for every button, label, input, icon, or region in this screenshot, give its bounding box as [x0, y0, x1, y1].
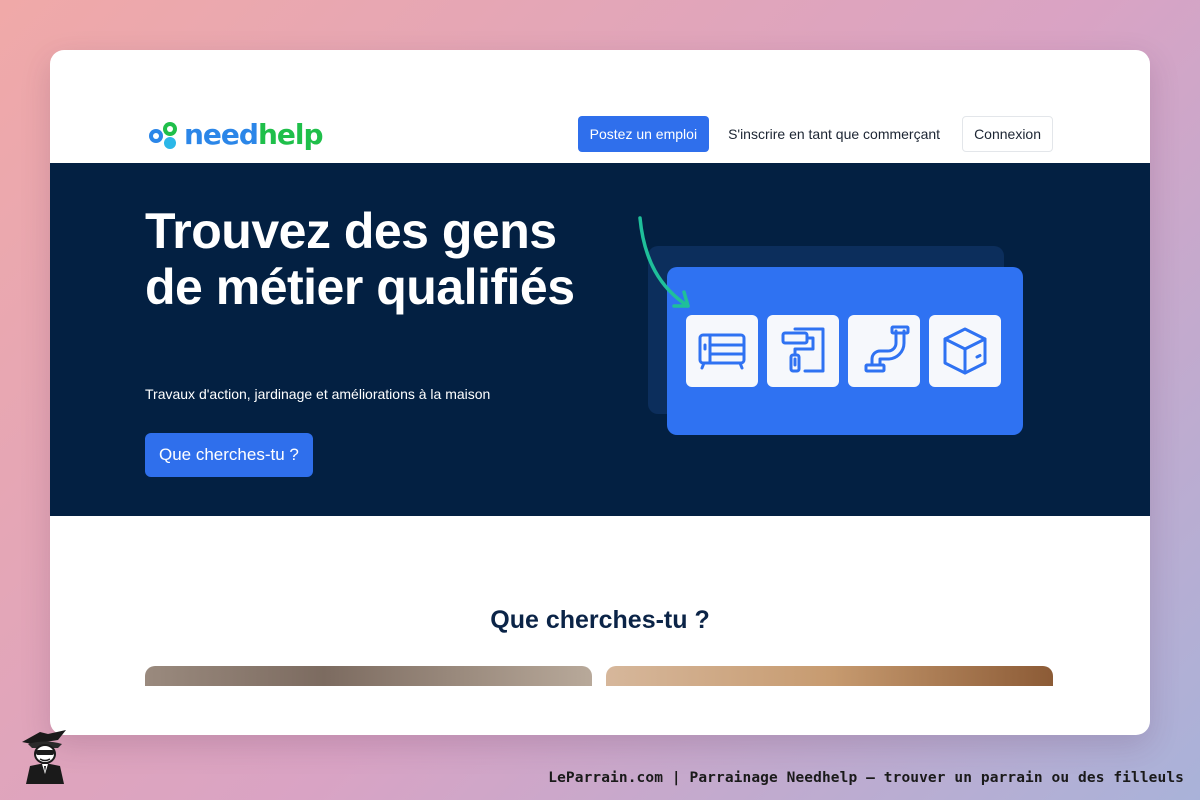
illustration-front-panel — [667, 267, 1023, 435]
register-merchant-link[interactable]: S'inscrire en tant que commerçant — [728, 126, 940, 142]
logo-text-help: help — [257, 117, 324, 151]
logo-text-need: need — [184, 117, 259, 151]
logo-text: needhelp — [184, 117, 324, 151]
sofa-icon — [698, 333, 746, 370]
category-card-image-2[interactable] — [606, 666, 1053, 686]
browser-card: needhelp Postez un emploi S'inscrire en … — [50, 50, 1150, 735]
tile-pipe — [848, 315, 920, 387]
category-card-image-1[interactable] — [145, 666, 592, 686]
tile-sofa — [686, 315, 758, 387]
hero-subtitle: Travaux d'action, jardinage et améliorat… — [145, 386, 491, 402]
logo[interactable]: needhelp — [144, 114, 324, 154]
footer-caption: LeParrain.com | Parrainage Needhelp — tr… — [548, 770, 1184, 786]
curved-arrow-icon — [638, 216, 690, 308]
section-title: Que cherches-tu ? — [490, 606, 710, 634]
site-header: needhelp Postez un emploi S'inscrire en … — [50, 50, 1150, 163]
mascot-logo-icon — [22, 730, 66, 784]
tile-paint — [767, 315, 839, 387]
login-button[interactable]: Connexion — [962, 116, 1053, 152]
top-nav: Postez un emploi S'inscrire en tant que … — [577, 116, 1053, 152]
tile-box — [929, 315, 1001, 387]
hero-section: Trouvez des gens de métier qualifiés Tra… — [50, 163, 1150, 516]
box-icon — [943, 327, 987, 375]
paint-roller-icon — [781, 327, 825, 373]
post-job-button[interactable]: Postez un emploi — [577, 116, 710, 152]
search-cta-button[interactable]: Que cherches-tu ? — [145, 433, 313, 477]
pipe-icon — [864, 325, 910, 373]
logo-mark-icon — [149, 122, 177, 149]
hero-title: Trouvez des gens de métier qualifiés — [145, 203, 575, 315]
